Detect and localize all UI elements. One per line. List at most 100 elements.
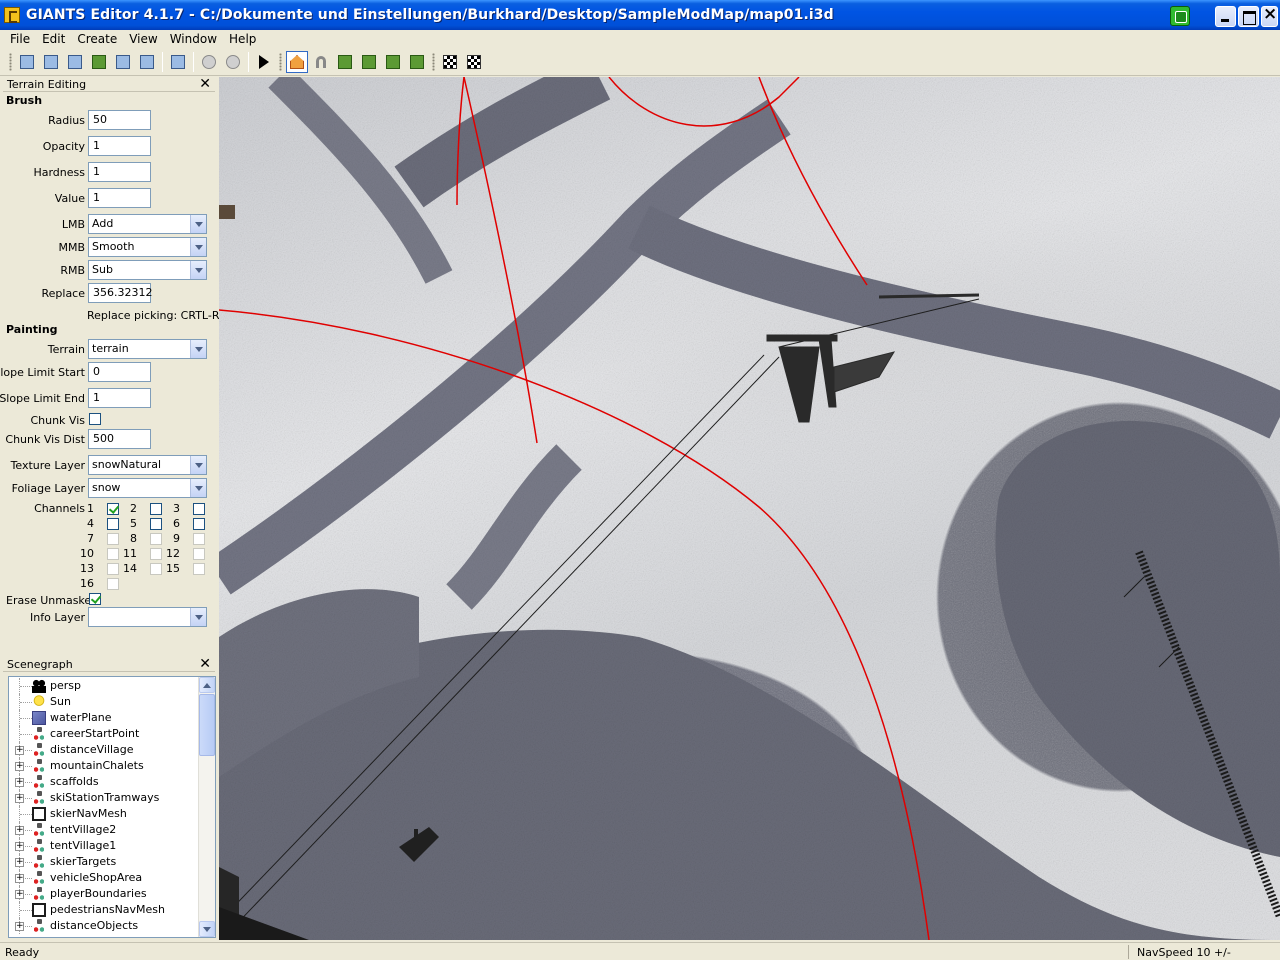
tree-node[interactable]: careerStartPoint (9, 726, 199, 742)
toolbar-grip[interactable] (432, 53, 435, 71)
toolbar-grip[interactable] (279, 53, 282, 71)
rmb-select[interactable]: Sub (88, 260, 207, 280)
undo-button[interactable] (198, 51, 220, 73)
chevron-down-icon[interactable] (190, 340, 206, 358)
tree-node[interactable]: + playerBoundaries (9, 886, 199, 902)
expand-icon[interactable]: + (15, 762, 24, 771)
import-button[interactable] (167, 51, 189, 73)
close-icon[interactable]: ✕ (199, 77, 211, 91)
channel-2-checkbox[interactable] (150, 503, 162, 515)
scenegraph-tree[interactable]: persp Sun waterPlane careerStartPoint + dista… (8, 676, 216, 938)
hardness-input[interactable]: 1 (88, 162, 151, 182)
replace-input[interactable]: 356.32312 (88, 283, 153, 303)
3d-viewport[interactable] (219, 77, 1280, 940)
chevron-down-icon[interactable] (190, 238, 206, 256)
tree-node[interactable]: + vehicleShopArea (9, 870, 199, 886)
chevron-down-icon[interactable] (190, 215, 206, 233)
slope-limit-end-input[interactable]: 1 (88, 388, 151, 408)
snap-button[interactable] (310, 51, 332, 73)
menu-create[interactable]: Create (71, 30, 123, 49)
tree-node[interactable]: + tentVillage2 (9, 822, 199, 838)
tray-app-icon[interactable] (1170, 6, 1190, 26)
expand-icon[interactable]: + (15, 842, 24, 851)
channel-9-checkbox[interactable] (193, 533, 205, 545)
home-button[interactable] (286, 51, 308, 73)
play-button[interactable] (253, 51, 275, 73)
tree-node[interactable]: + scaffolds (9, 774, 199, 790)
scroll-thumb[interactable] (199, 694, 215, 756)
tree-node[interactable]: pedestriansNavMesh (9, 902, 199, 918)
redo-button[interactable] (222, 51, 244, 73)
radius-input[interactable]: 50 (88, 110, 151, 130)
tree-node[interactable]: + distanceObjects (9, 918, 199, 934)
foliage-layer-select[interactable]: snow (88, 478, 207, 498)
channel-1-checkbox[interactable] (107, 503, 119, 515)
tree-node[interactable]: + skierTargets (9, 854, 199, 870)
expand-icon[interactable]: + (15, 794, 24, 803)
expand-icon[interactable]: + (15, 874, 24, 883)
erase-unmasked-checkbox[interactable] (89, 593, 101, 605)
terrain-paint-button[interactable] (406, 51, 428, 73)
save-as-button[interactable] (136, 51, 158, 73)
menu-file[interactable]: File (0, 30, 36, 49)
terrain-sculpt-button[interactable] (358, 51, 380, 73)
channel-13-checkbox[interactable] (107, 563, 119, 575)
lmb-select[interactable]: Add (88, 214, 207, 234)
expand-icon[interactable]: + (15, 746, 24, 755)
channel-5-checkbox[interactable] (150, 518, 162, 530)
save-button[interactable] (112, 51, 134, 73)
expand-icon[interactable]: + (15, 778, 24, 787)
channel-12-checkbox[interactable] (193, 548, 205, 560)
channel-6-checkbox[interactable] (193, 518, 205, 530)
channel-14-checkbox[interactable] (150, 563, 162, 575)
chunk-vis-dist-input[interactable]: 500 (88, 429, 151, 449)
menu-edit[interactable]: Edit (36, 30, 71, 49)
chunk-vis-checkbox[interactable] (89, 413, 101, 425)
tree-node[interactable]: Sun (9, 694, 199, 710)
channel-11-checkbox[interactable] (150, 548, 162, 560)
scenegraph-scrollbar[interactable] (198, 677, 215, 937)
chevron-down-icon[interactable] (190, 456, 206, 474)
expand-icon[interactable]: + (15, 858, 24, 867)
scroll-down-button[interactable] (199, 921, 215, 937)
tree-node[interactable]: waterPlane (9, 710, 199, 726)
toolbar-grip[interactable] (9, 53, 12, 71)
chevron-down-icon[interactable] (190, 479, 206, 497)
chevron-down-icon[interactable] (190, 261, 206, 279)
scroll-up-button[interactable] (199, 677, 215, 693)
channel-16-checkbox[interactable] (107, 578, 119, 590)
close-window-button[interactable] (1261, 4, 1278, 27)
tree-node[interactable]: + mountainChalets (9, 758, 199, 774)
channel-3-checkbox[interactable] (193, 503, 205, 515)
slope-limit-start-input[interactable]: 0 (88, 362, 151, 382)
channel-15-checkbox[interactable] (193, 563, 205, 575)
channel-4-checkbox[interactable] (107, 518, 119, 530)
channel-7-checkbox[interactable] (107, 533, 119, 545)
maximize-button[interactable] (1238, 6, 1259, 27)
checker-button[interactable] (439, 51, 461, 73)
document-button[interactable] (64, 51, 86, 73)
expand-icon[interactable]: + (15, 826, 24, 835)
opacity-input[interactable]: 1 (88, 136, 151, 156)
tree-node[interactable]: + tentVillage1 (9, 838, 199, 854)
new-file-button[interactable] (16, 51, 38, 73)
tree-node[interactable]: + skiStationTramways (9, 790, 199, 806)
tree-node[interactable]: skierNavMesh (9, 806, 199, 822)
menu-window[interactable]: Window (164, 30, 223, 49)
expand-icon[interactable]: + (15, 890, 24, 899)
menu-view[interactable]: View (123, 30, 163, 49)
chevron-down-icon[interactable] (190, 608, 206, 626)
checker-zoom-button[interactable] (463, 51, 485, 73)
texture-layer-select[interactable]: snowNatural (88, 455, 207, 475)
terrain-select[interactable]: terrain (88, 339, 207, 359)
expand-icon[interactable]: + (15, 922, 24, 931)
terrain-raise-button[interactable] (334, 51, 356, 73)
mmb-select[interactable]: Smooth (88, 237, 207, 257)
info-layer-select[interactable] (88, 607, 207, 627)
channel-8-checkbox[interactable] (150, 533, 162, 545)
menu-help[interactable]: Help (223, 30, 262, 49)
value-input[interactable]: 1 (88, 188, 151, 208)
channel-10-checkbox[interactable] (107, 548, 119, 560)
reload-button[interactable] (88, 51, 110, 73)
foliage-paint-button[interactable] (382, 51, 404, 73)
